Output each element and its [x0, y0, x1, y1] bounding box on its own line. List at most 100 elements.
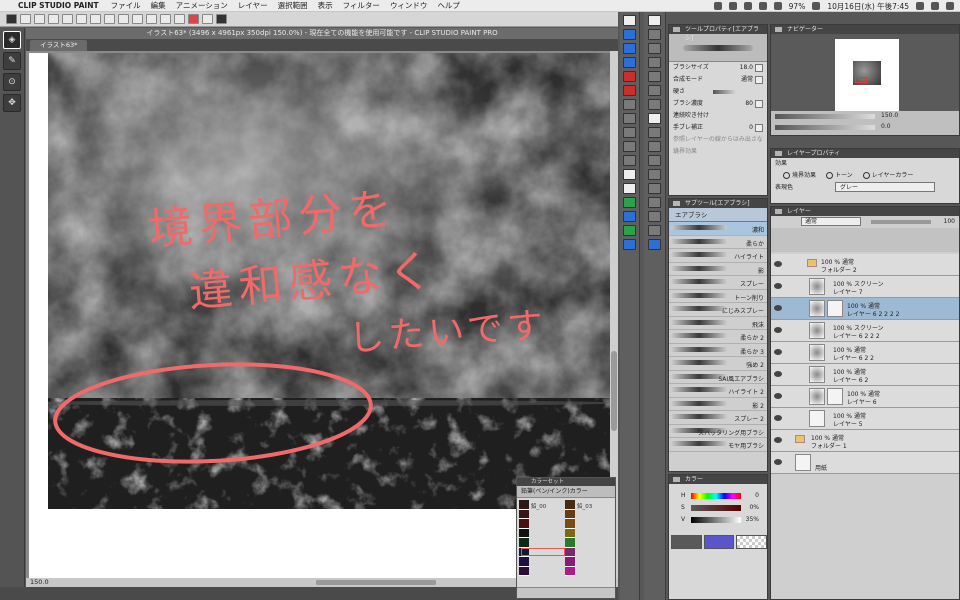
- airbrush-tool-icon[interactable]: [648, 113, 661, 124]
- swatch[interactable]: [565, 500, 575, 510]
- zoom-tool-icon[interactable]: [648, 15, 661, 26]
- balloon-tool-icon[interactable]: [648, 211, 661, 222]
- menu-filter[interactable]: フィルター: [343, 0, 380, 11]
- brush-item[interactable]: トーン削り: [669, 290, 767, 303]
- text-tool-icon[interactable]: [648, 197, 661, 208]
- snap-grid-icon[interactable]: [174, 14, 185, 24]
- expression-dropdown[interactable]: グレー: [835, 182, 935, 192]
- settings-icon[interactable]: [623, 239, 636, 250]
- redo-icon[interactable]: [76, 14, 87, 24]
- layer-row[interactable]: 100 % 通常 レイヤー 6 2 2: [771, 342, 959, 364]
- border-effect-row[interactable]: 境界効果: [669, 146, 767, 158]
- brush-item[interactable]: モヤ用ブラシ: [669, 438, 767, 452]
- blend-tool-icon[interactable]: ◈: [3, 31, 21, 49]
- app-name[interactable]: CLIP STUDIO PAINT: [18, 1, 99, 10]
- menu-animation[interactable]: アニメーション: [176, 0, 228, 11]
- brush-item[interactable]: SAI風エアブラシ: [669, 371, 767, 384]
- brush-item[interactable]: ハイライト 2: [669, 384, 767, 398]
- help-icon[interactable]: [216, 14, 227, 24]
- dropbox-icon[interactable]: [713, 2, 722, 10]
- export-icon[interactable]: [623, 43, 636, 54]
- value-row[interactable]: V 35%: [669, 514, 767, 526]
- layer-row[interactable]: 100 % スクリーン レイヤー 6 2 2 2: [771, 320, 959, 342]
- swatch[interactable]: [565, 528, 575, 538]
- brush-item[interactable]: にじみスプレー: [669, 303, 767, 317]
- invert-selection-icon[interactable]: [146, 14, 157, 24]
- hardness-row[interactable]: 硬さ: [669, 86, 767, 98]
- brush-size-row[interactable]: ブラシサイズ 18.0: [669, 62, 767, 74]
- move-tool-icon[interactable]: [648, 29, 661, 40]
- selection-tool-icon[interactable]: [648, 43, 661, 54]
- brush-item[interactable]: 柔らか 3: [669, 344, 767, 357]
- brush-item[interactable]: ハイライト: [669, 249, 767, 263]
- layer-row-folder-2[interactable]: 100 % 通常 フォルダー 2: [771, 254, 959, 276]
- value-slider[interactable]: [691, 517, 741, 523]
- brush-item[interactable]: 強め 2: [669, 357, 767, 371]
- saturation-row[interactable]: S 0%: [669, 502, 767, 514]
- brush-item[interactable]: 影: [669, 263, 767, 276]
- menu-selection[interactable]: 選択範囲: [278, 0, 308, 11]
- crop-icon[interactable]: [202, 14, 213, 24]
- eye-icon[interactable]: [774, 437, 782, 443]
- swatch[interactable]: [519, 566, 529, 576]
- brush-item[interactable]: スパッタリング用ブラシ: [669, 425, 767, 438]
- fill-tool-icon[interactable]: [648, 155, 661, 166]
- eye-icon[interactable]: [774, 261, 782, 267]
- transparent-chip[interactable]: [736, 535, 767, 549]
- navigator-zoom-value[interactable]: 150.0: [881, 112, 898, 119]
- brush-item[interactable]: 飛沫: [669, 317, 767, 330]
- swatch[interactable]: [565, 566, 575, 576]
- brush-size-value[interactable]: 18.0: [740, 62, 753, 74]
- layer-row[interactable]: 100 % 通常 レイヤー 6: [771, 386, 959, 408]
- clip-studio-icon[interactable]: [6, 14, 17, 24]
- layer-opacity-slider[interactable]: [871, 220, 931, 224]
- zoom-slider[interactable]: [775, 114, 875, 119]
- gradient-tool-icon[interactable]: [648, 169, 661, 180]
- layer-row[interactable]: 100 % 通常 レイヤー 6 2: [771, 364, 959, 386]
- menu-file[interactable]: ファイル: [111, 0, 141, 11]
- save-icon[interactable]: [48, 14, 59, 24]
- brush-size-settings-icon[interactable]: [755, 64, 763, 72]
- eye-icon[interactable]: [774, 459, 782, 465]
- swatch[interactable]: [519, 500, 529, 510]
- pen-tool-icon[interactable]: [648, 85, 661, 96]
- import-icon[interactable]: [623, 57, 636, 68]
- hue-slider[interactable]: [691, 493, 741, 499]
- ruler-icon[interactable]: [623, 211, 636, 222]
- swatch[interactable]: [519, 519, 529, 529]
- menu-help[interactable]: ヘルプ: [437, 0, 460, 11]
- shape-tool-icon[interactable]: [648, 183, 661, 194]
- blend-tool-icon[interactable]: [648, 141, 661, 152]
- save-icon[interactable]: [623, 29, 636, 40]
- open-icon[interactable]: [34, 14, 45, 24]
- main-color-icon[interactable]: [648, 239, 661, 250]
- undo-icon[interactable]: [62, 14, 73, 24]
- menu-edit[interactable]: 編集: [151, 0, 166, 11]
- stabilize-value[interactable]: 0: [749, 122, 753, 134]
- eye-icon[interactable]: [774, 349, 782, 355]
- navigator-view-frame[interactable]: [855, 77, 867, 83]
- brush-item[interactable]: スプレー: [669, 276, 767, 290]
- swatch[interactable]: [519, 557, 529, 567]
- copy-icon[interactable]: [623, 141, 636, 152]
- ruler-tool-icon[interactable]: [648, 225, 661, 236]
- eye-icon[interactable]: [774, 283, 782, 289]
- move-tool-icon[interactable]: ✥: [3, 94, 21, 112]
- eye-icon[interactable]: [774, 393, 782, 399]
- swatch[interactable]: [519, 509, 529, 519]
- volume-icon[interactable]: [773, 2, 782, 10]
- rotation-slider[interactable]: [775, 125, 875, 130]
- layer-opacity-value[interactable]: 100: [944, 216, 955, 228]
- ink-painting[interactable]: 境界部分を 違和感なく したいです: [48, 53, 610, 509]
- delete-icon[interactable]: [623, 85, 636, 96]
- siri-icon[interactable]: [931, 2, 939, 10]
- brush-item[interactable]: 柔らか 2: [669, 330, 767, 344]
- pencil-tool-icon[interactable]: [648, 99, 661, 110]
- document-tab[interactable]: イラスト63*: [30, 40, 88, 51]
- menu-view[interactable]: 表示: [318, 0, 333, 11]
- wifi-icon[interactable]: [758, 2, 767, 10]
- value-value[interactable]: 35%: [746, 514, 759, 526]
- transform-icon[interactable]: [118, 14, 129, 24]
- reference-layer-row[interactable]: 参照レイヤーの線からはみ出さない: [669, 134, 767, 155]
- swatch[interactable]: [565, 547, 575, 557]
